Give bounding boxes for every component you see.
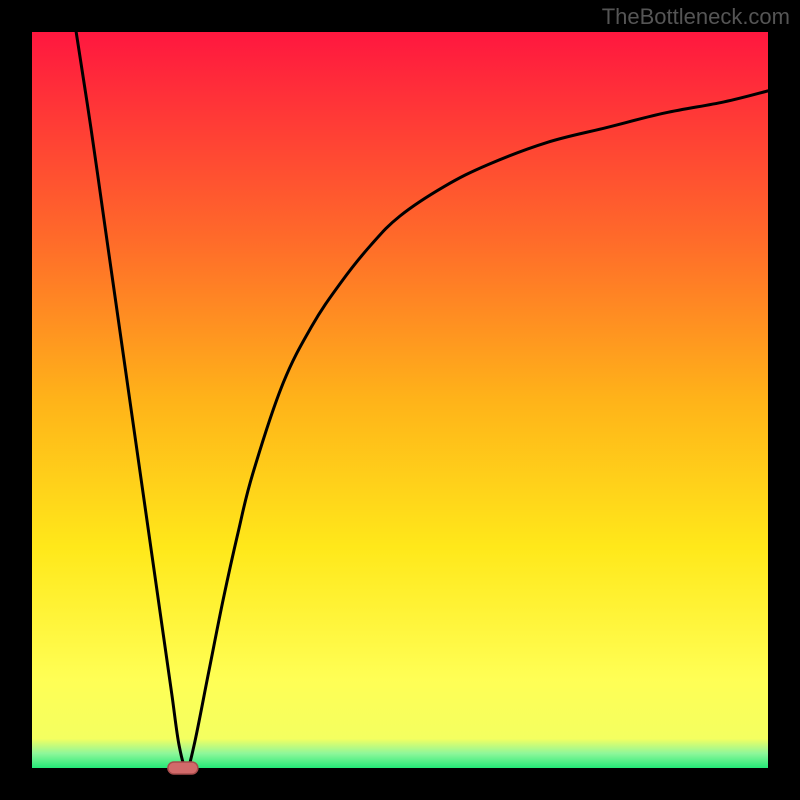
bottleneck-chart <box>0 0 800 800</box>
chart-frame: TheBottleneck.com <box>0 0 800 800</box>
min-marker <box>168 762 198 774</box>
watermark-text: TheBottleneck.com <box>602 4 790 30</box>
plot-background <box>32 32 768 768</box>
